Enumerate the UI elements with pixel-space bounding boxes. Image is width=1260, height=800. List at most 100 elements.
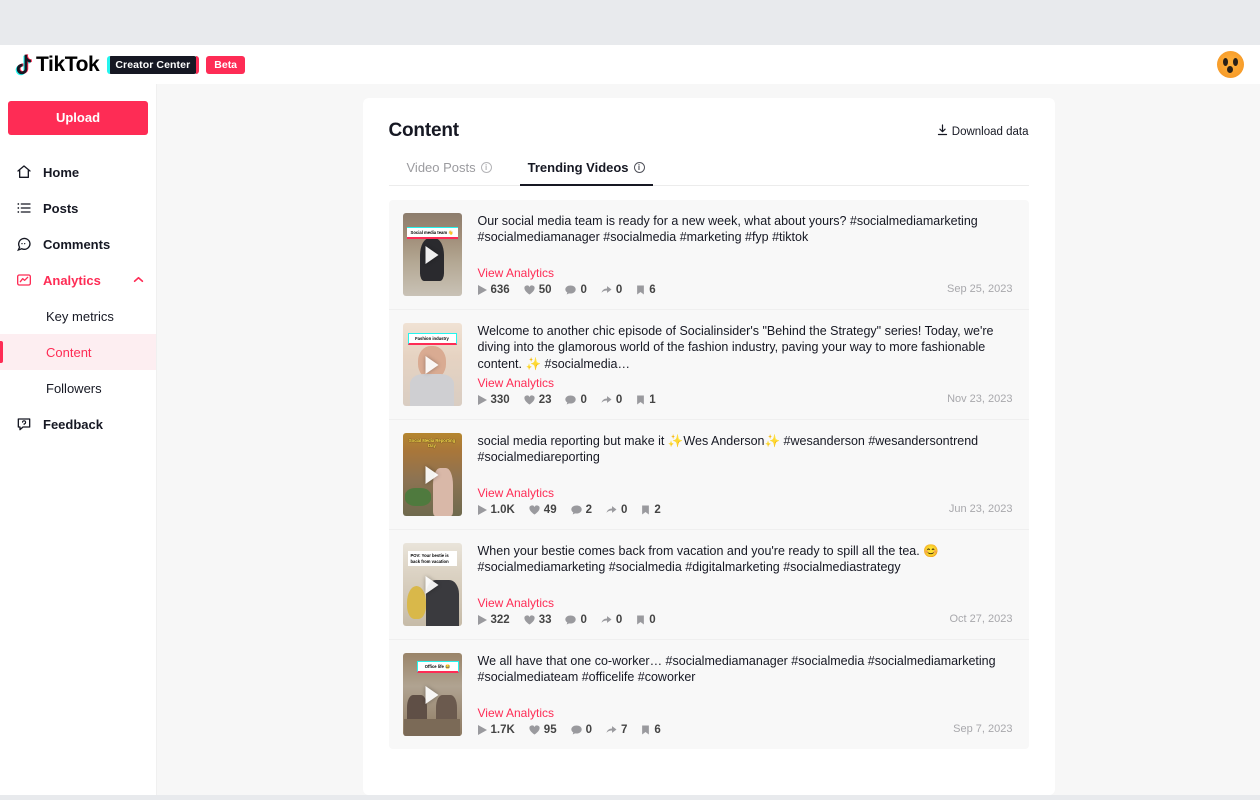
stat-value: 0 bbox=[649, 614, 656, 626]
sidebar-item-label: Feedback bbox=[43, 416, 103, 432]
sidebar-item-analytics[interactable]: Analytics bbox=[0, 262, 156, 298]
play-icon bbox=[477, 725, 487, 735]
play-icon bbox=[477, 615, 487, 625]
share-icon bbox=[601, 616, 612, 623]
sidebar-item-home[interactable]: Home bbox=[0, 154, 156, 190]
stat-value: 0 bbox=[580, 394, 587, 406]
video-thumbnail[interactable]: Social Media Reporting Day bbox=[402, 433, 462, 516]
stat-comments: 0 bbox=[565, 394, 587, 406]
video-date: Jun 23, 2023 bbox=[948, 503, 1013, 515]
sidebar-item-content[interactable]: Content bbox=[0, 334, 156, 370]
heart-icon bbox=[524, 285, 535, 295]
sidebar-item-comments[interactable]: Comments bbox=[0, 226, 156, 262]
video-info: social media reporting but make it ✨Wes … bbox=[477, 433, 1015, 516]
comment-icon bbox=[565, 395, 577, 405]
stat-value: 0 bbox=[621, 504, 628, 516]
video-stats: 1.7K 95 0 7 6 bbox=[477, 724, 1015, 736]
tab-label: Video Posts bbox=[406, 160, 476, 175]
download-data-button[interactable]: Download data bbox=[937, 124, 1029, 139]
info-icon[interactable]: i bbox=[480, 162, 492, 173]
video-thumbnail[interactable]: Office life 😂 bbox=[402, 653, 462, 736]
stat-likes: 95 bbox=[529, 724, 557, 736]
video-thumbnail[interactable]: Social media team 👋 bbox=[402, 213, 462, 296]
view-analytics-link[interactable]: View Analytics bbox=[478, 266, 554, 280]
sidebar-item-followers[interactable]: Followers bbox=[0, 370, 156, 406]
video-stats: 636 50 0 0 6 bbox=[477, 284, 1015, 296]
stat-shares: 0 bbox=[601, 394, 622, 406]
stat-value: 6 bbox=[649, 284, 656, 296]
video-info: When your bestie comes back from vacatio… bbox=[477, 543, 1015, 626]
sidebar-item-label: Home bbox=[43, 164, 80, 180]
view-analytics-link[interactable]: View Analytics bbox=[478, 596, 554, 610]
stat-value: 7 bbox=[621, 724, 628, 736]
stat-value: 0 bbox=[585, 724, 592, 736]
play-icon bbox=[425, 685, 439, 704]
video-caption: Our social media team is ready for a new… bbox=[477, 214, 978, 245]
chevron-up-icon[interactable] bbox=[133, 275, 144, 285]
stat-bookmarks: 6 bbox=[641, 724, 661, 736]
video-stats: 322 33 0 0 0 bbox=[477, 614, 1015, 626]
stat-shares: 0 bbox=[601, 284, 622, 296]
stat-bookmarks: 0 bbox=[636, 614, 656, 626]
comment-icon bbox=[565, 615, 577, 625]
bookmark-icon bbox=[637, 395, 645, 405]
video-row[interactable]: Social Media Reporting Day social media … bbox=[388, 420, 1029, 530]
video-date: Oct 27, 2023 bbox=[949, 613, 1013, 625]
video-row[interactable]: Office life 😂 We all have that one co-wo… bbox=[389, 640, 1029, 749]
content-card: Content Download data Video Posts i Tren… bbox=[362, 98, 1055, 795]
video-list: Social media team 👋 Our social media tea… bbox=[388, 200, 1029, 749]
play-icon bbox=[425, 465, 439, 484]
share-icon bbox=[601, 396, 612, 403]
stat-value: 33 bbox=[538, 614, 552, 626]
stat-bookmarks: 2 bbox=[641, 504, 661, 516]
stat-plays: 330 bbox=[477, 394, 510, 406]
stat-value: 23 bbox=[538, 394, 552, 406]
view-analytics-link[interactable]: View Analytics bbox=[478, 486, 554, 500]
tiktok-wordmark: TikTok bbox=[36, 53, 100, 76]
card-header: Content Download data bbox=[389, 120, 1029, 142]
heart-icon bbox=[524, 395, 535, 405]
view-analytics-link[interactable]: View Analytics bbox=[478, 376, 554, 390]
stat-likes: 33 bbox=[524, 614, 552, 626]
tiktok-logo[interactable]: TikTok bbox=[14, 53, 100, 76]
stat-value: 0 bbox=[580, 284, 587, 296]
video-thumbnail[interactable]: POV: Your bestie is back from vacation bbox=[402, 543, 462, 626]
stat-value: 6 bbox=[654, 724, 661, 736]
app-shell: Upload Home Posts Comments Analytics Key… bbox=[0, 84, 1260, 795]
avatar[interactable] bbox=[1217, 51, 1244, 78]
sidebar-item-key-metrics[interactable]: Key metrics bbox=[0, 298, 156, 334]
stat-bookmarks: 6 bbox=[636, 284, 656, 296]
sidebar-item-posts[interactable]: Posts bbox=[0, 190, 156, 226]
stat-value: 2 bbox=[585, 504, 592, 516]
stat-value: 1.7K bbox=[490, 724, 515, 736]
video-row[interactable]: Fashion industry Welcome to another chic… bbox=[388, 310, 1029, 420]
view-analytics-link[interactable]: View Analytics bbox=[478, 706, 554, 720]
comment-icon bbox=[565, 285, 577, 295]
share-icon bbox=[601, 286, 612, 293]
tabs: Video Posts i Trending Videos i bbox=[388, 160, 1029, 186]
sidebar-item-label: Comments bbox=[43, 236, 111, 252]
page-title: Content bbox=[388, 120, 460, 141]
video-row[interactable]: POV: Your bestie is back from vacation W… bbox=[388, 530, 1029, 640]
sidebar-item-feedback[interactable]: Feedback bbox=[0, 406, 156, 442]
stat-comments: 0 bbox=[565, 284, 587, 296]
app-header: TikTok Creator Center Beta bbox=[0, 45, 1260, 84]
stat-likes: 50 bbox=[524, 284, 551, 296]
video-thumbnail[interactable]: Fashion industry bbox=[402, 323, 462, 406]
stat-value: 0 bbox=[615, 284, 623, 296]
browser-chrome-band bbox=[0, 0, 1260, 45]
stat-likes: 23 bbox=[524, 394, 552, 406]
sidebar-item-label: Analytics bbox=[43, 272, 101, 288]
bookmark-icon bbox=[637, 615, 645, 625]
tab-video-posts[interactable]: Video Posts i bbox=[389, 160, 510, 185]
video-row[interactable]: Social media team 👋 Our social media tea… bbox=[388, 200, 1029, 310]
info-icon[interactable]: i bbox=[633, 162, 645, 173]
comment-icon bbox=[570, 725, 582, 735]
tab-trending-videos[interactable]: Trending Videos i bbox=[510, 160, 663, 186]
heart-icon bbox=[529, 505, 540, 515]
video-stats: 330 23 0 0 1 bbox=[477, 394, 1015, 406]
stat-comments: 2 bbox=[570, 504, 592, 516]
tab-label: Trending Videos bbox=[527, 160, 629, 175]
upload-button[interactable]: Upload bbox=[8, 101, 148, 135]
bookmark-icon bbox=[642, 725, 650, 735]
